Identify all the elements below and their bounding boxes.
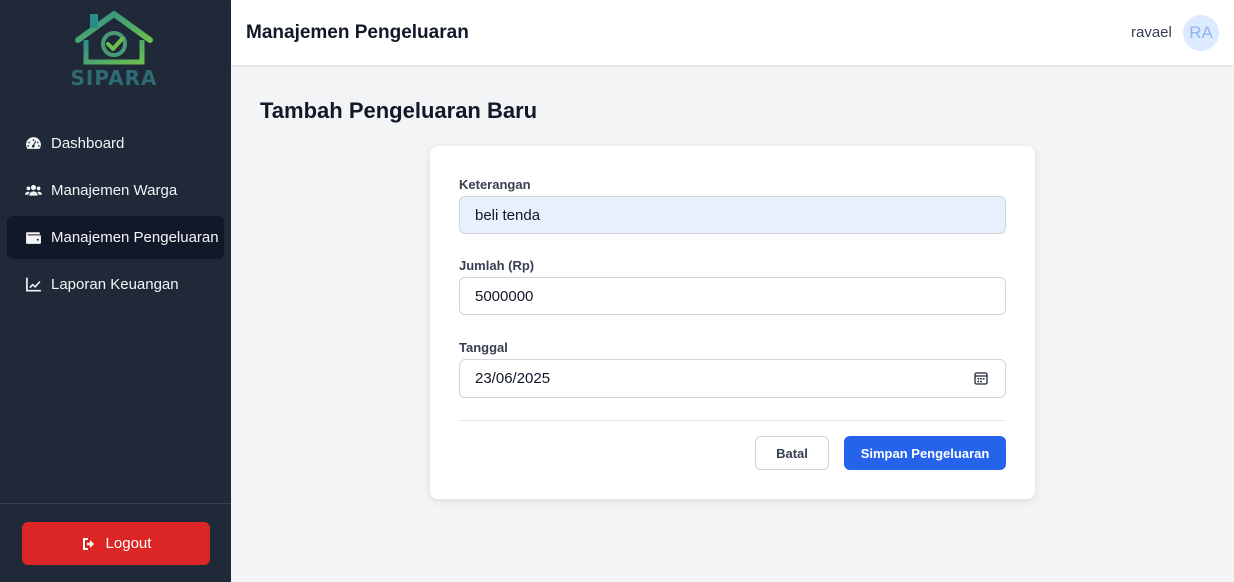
sidebar: SIPARA Dashboard Manajemen Warga Manajem…: [0, 0, 231, 582]
logout-label: Logout: [105, 535, 152, 552]
keterangan-label: Keterangan: [459, 177, 531, 192]
sidebar-item-manajemen-warga[interactable]: Manajemen Warga: [7, 169, 224, 212]
app-logo[interactable]: SIPARA: [62, 10, 166, 94]
jumlah-input[interactable]: 5000000: [459, 277, 1006, 315]
line-chart-icon: [24, 275, 43, 294]
form-divider: [459, 420, 1006, 421]
sidebar-divider: [0, 503, 231, 504]
house-check-icon: [75, 11, 153, 65]
sidebar-item-laporan-keuangan[interactable]: Laporan Keuangan: [7, 263, 224, 306]
sidebar-item-label: Laporan Keuangan: [51, 276, 179, 293]
header-title: Manajemen Pengeluaran: [246, 22, 469, 43]
username[interactable]: ravael: [1131, 24, 1172, 41]
tanggal-value: 23/06/2025: [475, 370, 551, 387]
cancel-button[interactable]: Batal: [755, 436, 829, 470]
sidebar-item-label: Manajemen Pengeluaran: [51, 229, 219, 246]
tanggal-input[interactable]: 23/06/2025: [459, 359, 1006, 398]
sign-out-icon: [82, 537, 94, 550]
logout-button[interactable]: Logout: [22, 522, 210, 565]
sidebar-item-label: Dashboard: [51, 135, 125, 152]
jumlah-label: Jumlah (Rp): [459, 258, 535, 273]
brand-name: SIPARA: [70, 66, 158, 90]
sidebar-item-label: Manajemen Warga: [51, 182, 178, 199]
top-header: Manajemen Pengeluaran ravael RA: [231, 0, 1234, 65]
tanggal-label: Tanggal: [459, 340, 508, 355]
sidebar-item-dashboard[interactable]: Dashboard: [7, 122, 224, 165]
keterangan-input[interactable]: beli tenda: [459, 196, 1006, 234]
avatar[interactable]: RA: [1183, 15, 1219, 51]
expense-form-card: Keterangan beli tenda Jumlah (Rp) 500000…: [430, 146, 1035, 499]
gauge-icon: [24, 134, 43, 153]
sidebar-item-manajemen-pengeluaran[interactable]: Manajemen Pengeluaran: [7, 216, 224, 259]
page-title: Tambah Pengeluaran Baru: [260, 98, 538, 123]
users-icon: [24, 181, 43, 200]
calendar-icon[interactable]: [974, 371, 988, 385]
wallet-icon: [24, 228, 43, 247]
save-expense-button[interactable]: Simpan Pengeluaran: [844, 436, 1006, 470]
